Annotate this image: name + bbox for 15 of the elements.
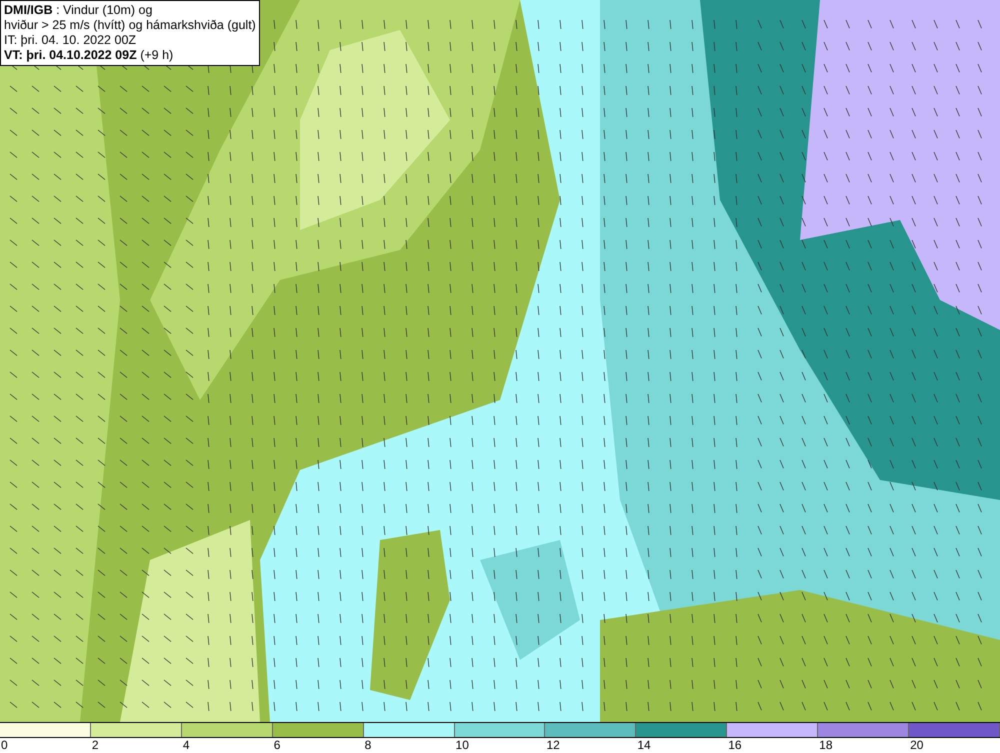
legend-label: 2 <box>92 738 99 752</box>
legend-label: 16 <box>728 738 742 752</box>
title-line: DMI/IGB : Vindur (10m) og <box>4 3 154 18</box>
title-line: IT: þri. 04. 10. 2022 00Z <box>4 33 138 48</box>
legend-label: 12 <box>546 738 560 752</box>
legend-label: 14 <box>637 738 651 752</box>
legend-label: 6 <box>274 738 280 752</box>
legend-label: 18 <box>819 738 833 752</box>
legend-label: 10 <box>456 738 469 752</box>
legend-label: 20 <box>910 738 924 752</box>
legend-label: 0 <box>1 738 8 752</box>
legend-label: 8 <box>364 738 372 752</box>
title-line: hviður > 25 m/s (hvítt) og hámarkshviða (gult) <box>4 18 256 33</box>
legend-label: 4 <box>182 738 190 752</box>
title-line: VT: þri. 04.10.2022 09Z (+9 h) <box>4 48 174 63</box>
